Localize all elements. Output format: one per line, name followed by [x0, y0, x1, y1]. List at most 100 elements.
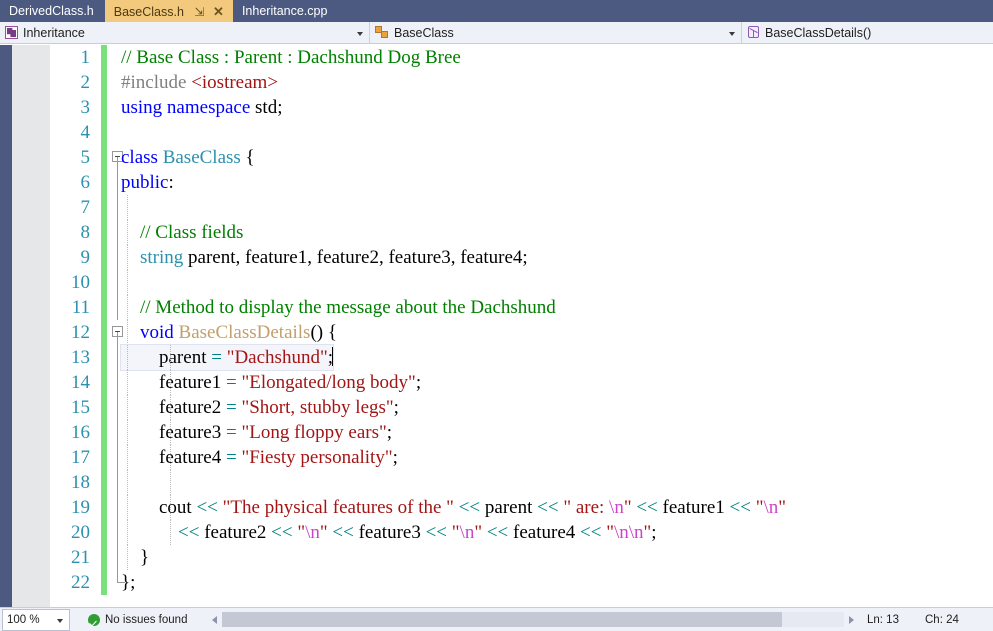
indent-guide — [170, 395, 171, 420]
status-bar: 100 % No issues found Ln: 13 Ch: 24 — [0, 607, 993, 631]
code-text[interactable]: } — [121, 545, 149, 570]
editor-tab-baseclass-h[interactable]: BaseClass.h ⇲ ✕ — [104, 0, 233, 22]
scroll-left-button[interactable] — [207, 611, 223, 628]
issues-status[interactable]: No issues found — [88, 613, 187, 626]
code-line[interactable]: 3 using namespace std; — [50, 95, 993, 120]
code-text[interactable]: }; — [121, 570, 135, 595]
code-text[interactable]: #include <iostream> — [121, 70, 278, 95]
token-esc: \n — [459, 522, 475, 543]
change-indicator-bar — [101, 95, 107, 120]
code-line[interactable]: 14 feature1 = "Elongated/long body"; — [50, 370, 993, 395]
caret-position: Ln: 13 Ch: 24 — [867, 614, 983, 626]
code-text[interactable]: feature1 = "Elongated/long body"; — [121, 370, 421, 395]
editor-tab-derivedclass-h[interactable]: DerivedClass.h — [0, 0, 105, 22]
chevron-down-icon[interactable] — [357, 31, 363, 36]
code-text[interactable]: void BaseClassDetails() { — [121, 320, 337, 345]
tab-strip-filler — [338, 0, 993, 22]
change-indicator-bar — [101, 395, 107, 420]
code-line[interactable]: 18 — [50, 470, 993, 495]
navbar-member-dropdown[interactable]: BaseClassDetails() — [742, 22, 993, 43]
code-line[interactable]: 15 feature2 = "Short, stubby legs"; — [50, 395, 993, 420]
code-text[interactable]: feature4 = "Fiesty personality"; — [121, 445, 398, 470]
code-line[interactable]: 8 // Class fields — [50, 220, 993, 245]
code-line[interactable]: 5 class BaseClass { — [50, 145, 993, 170]
chevron-down-icon[interactable] — [729, 31, 735, 36]
code-text[interactable]: class BaseClass { — [121, 145, 255, 170]
token-key: public — [121, 172, 169, 193]
code-line[interactable]: 13 parent = "Dachshund"; — [50, 344, 993, 371]
fold-margin[interactable] — [110, 470, 128, 495]
line-number: 12 — [71, 322, 90, 343]
fold-margin[interactable] — [110, 120, 128, 145]
code-editor[interactable]: 1 // Base Class : Parent : Dachshund Dog … — [0, 45, 993, 607]
change-indicator-bar — [101, 320, 107, 345]
class-icon — [375, 26, 389, 39]
code-line[interactable]: 2 #include <iostream> — [50, 70, 993, 95]
change-indicator-bar — [101, 120, 107, 145]
check-circle-icon — [88, 613, 100, 626]
code-line[interactable]: 12 void BaseClassDetails() { — [50, 320, 993, 345]
token-comment: // Class fields — [121, 222, 244, 243]
indent-guide — [127, 495, 128, 520]
token-plain: parent — [121, 347, 212, 368]
scrollbar-track[interactable] — [222, 612, 844, 627]
indent-guide — [127, 195, 128, 220]
scrollbar-thumb[interactable] — [222, 612, 782, 627]
token-op: << — [729, 497, 756, 518]
code-line[interactable]: 21 } — [50, 545, 993, 570]
code-text[interactable]: using namespace std; — [121, 95, 282, 120]
close-icon[interactable]: ✕ — [213, 5, 224, 18]
code-text[interactable]: // Method to display the message about t… — [121, 295, 556, 320]
chevron-down-icon[interactable] — [57, 618, 63, 623]
code-line[interactable]: 6 public: — [50, 170, 993, 195]
fold-margin[interactable] — [110, 270, 128, 295]
code-line[interactable]: 22}; — [50, 570, 993, 595]
fold-margin[interactable] — [110, 195, 128, 220]
code-text[interactable]: public: — [121, 170, 174, 195]
code-line[interactable]: 9 string parent, feature1, feature2, fea… — [50, 245, 993, 270]
token-plain: { — [240, 147, 255, 168]
code-text[interactable]: feature2 = "Short, stubby legs"; — [121, 395, 399, 420]
code-line[interactable]: 17 feature4 = "Fiesty personality"; — [50, 445, 993, 470]
code-line[interactable]: 11 // Method to display the message abou… — [50, 295, 993, 320]
token-op: << — [537, 497, 564, 518]
code-line[interactable]: 1 // Base Class : Parent : Dachshund Dog … — [50, 45, 993, 70]
code-text[interactable]: // Base Class : Parent : Dachshund Dog B… — [121, 45, 461, 70]
navbar-class-dropdown[interactable]: BaseClass — [370, 22, 742, 43]
scroll-right-button[interactable] — [844, 611, 859, 628]
code-text[interactable]: // Class fields — [121, 220, 243, 245]
token-plain: feature3 — [121, 422, 226, 443]
horizontal-scrollbar[interactable] — [207, 611, 859, 628]
code-line[interactable]: 4 — [50, 120, 993, 145]
code-text[interactable]: parent = "Dachshund"; — [120, 344, 334, 371]
line-number: 15 — [71, 397, 90, 418]
token-str: "Fiesty personality" — [241, 447, 393, 468]
navbar-project-dropdown[interactable]: Inheritance — [0, 22, 370, 43]
code-line[interactable]: 10 — [50, 270, 993, 295]
line-number: 22 — [71, 572, 90, 593]
code-text[interactable]: feature3 = "Long floppy ears"; — [121, 420, 392, 445]
change-indicator-bar — [101, 370, 107, 395]
zoom-level-selector[interactable]: 100 % — [2, 608, 70, 631]
code-line[interactable]: 20 << feature2 << "\n" << feature3 << "\… — [50, 520, 993, 545]
code-lines-container[interactable]: 1 // Base Class : Parent : Dachshund Dog … — [50, 45, 993, 607]
line-number: 10 — [71, 272, 90, 293]
breakpoint-margin[interactable] — [12, 45, 50, 607]
code-line[interactable]: 19 cout << "The physical features of the… — [50, 495, 993, 520]
token-op: = — [211, 347, 227, 368]
pin-icon[interactable]: ⇲ — [194, 6, 205, 18]
fold-guide-line — [117, 157, 118, 170]
code-line[interactable]: 16 feature3 = "Long floppy ears"; — [50, 420, 993, 445]
code-text[interactable]: cout << "The physical features of the " … — [121, 495, 786, 520]
token-key: class — [121, 147, 163, 168]
indent-guide — [127, 370, 128, 395]
token-comment: // Method to display the message about t… — [121, 297, 556, 318]
change-indicator-bar — [101, 220, 107, 245]
token-esc: \n\n — [613, 522, 644, 543]
editor-tab-inheritance-cpp[interactable]: Inheritance.cpp — [232, 0, 339, 22]
token-op: << — [425, 522, 452, 543]
code-text[interactable]: string parent, feature1, feature2, featu… — [121, 245, 528, 270]
code-line[interactable]: 7 — [50, 195, 993, 220]
code-text[interactable]: << feature2 << "\n" << feature3 << "\n" … — [121, 520, 657, 545]
fold-guide-line — [117, 270, 118, 295]
